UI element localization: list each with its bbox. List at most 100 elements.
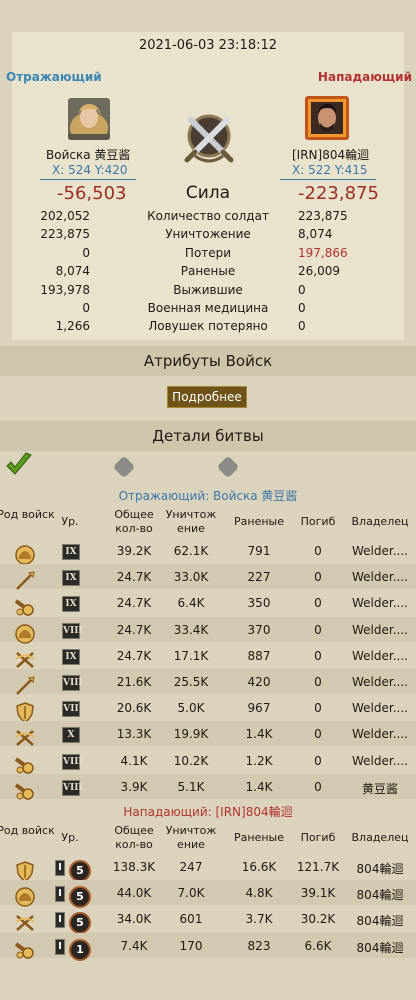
stat-label: Количество солдат <box>147 209 269 223</box>
star-rank-badge: 5 <box>69 860 91 882</box>
owner-name: Welder.... <box>352 727 408 742</box>
dead-count: 0 <box>314 648 322 663</box>
troop-tier-badge: VII <box>62 701 80 718</box>
attacker-stat-value: 0 <box>298 282 306 297</box>
table-row[interactable]: I 5 138.3K 247 16.6K 121.7K 804輪迴 <box>0 854 416 882</box>
attacker-stat-value: 8,074 <box>298 227 333 242</box>
attacker-coords[interactable]: X: 522 Y:415 <box>292 163 367 177</box>
owner-name: 804輪迴 <box>356 914 404 929</box>
dead-count: 0 <box>314 570 322 585</box>
shield-icon <box>13 860 37 882</box>
owner-name: 804輪迴 <box>356 888 404 903</box>
attacker-avatar[interactable] <box>305 96 349 140</box>
details-button[interactable]: Подробнее <box>167 386 247 408</box>
wounded-count: 791 <box>247 544 271 558</box>
dead-count: 30.2K <box>300 912 336 927</box>
troop-tier-badge: VIII <box>62 675 83 691</box>
column-header: Общее кол-во <box>114 824 154 851</box>
dead-count: 39.1K <box>300 886 336 901</box>
table-row[interactable]: VIII 3.9K 5.1K 1.4K 0 黄豆酱 <box>0 773 416 800</box>
kills-count: 10.2K <box>173 753 209 768</box>
defender-avatar[interactable] <box>68 98 110 140</box>
troop-attributes-header: Атрибуты Войск <box>0 346 416 376</box>
owner-name: 黄豆酱 <box>361 781 398 796</box>
attacker-name[interactable]: [IRN]804輪迴 <box>292 146 369 163</box>
column-header: Раненые <box>234 831 284 844</box>
crossed-swords-crest-icon <box>179 108 239 168</box>
attacker-stat-value: 223,875 <box>298 209 348 223</box>
wounded-count: 350 <box>247 596 271 611</box>
wounded-count: 967 <box>247 701 271 716</box>
defender-coords[interactable]: X: 524 Y:420 <box>52 163 127 177</box>
wounded-count: 887 <box>247 648 271 663</box>
defender-section-title: Отражающий: Войска 黄豆酱 <box>118 489 298 503</box>
column-header: Общее кол-во <box>114 508 154 535</box>
helmet-icon <box>13 886 37 908</box>
column-header: Владелец <box>351 515 409 528</box>
tab-battle-2[interactable] <box>112 455 136 479</box>
table-row[interactable]: VIII 21.6K 25.5K 420 0 Welder.... <box>0 669 416 695</box>
owner-name: Welder.... <box>352 753 408 768</box>
attacker-stat-value: 26,009 <box>298 264 340 279</box>
stat-label: Раненые <box>180 264 236 279</box>
owner-name: Welder.... <box>352 675 408 689</box>
table-row[interactable]: I 5 34.0K 601 3.7K 30.2K 804輪迴 <box>0 906 416 935</box>
tab-battle-1[interactable] <box>4 452 34 480</box>
table-row[interactable]: VII 20.6K 5.0K 967 0 Welder.... <box>0 695 416 724</box>
column-header: Погиб <box>300 515 336 528</box>
kills-count: 62.1K <box>173 544 209 558</box>
table-row[interactable]: I 1 7.4K 170 823 6.6K 804輪迴 <box>0 932 416 961</box>
column-header: Раненые <box>234 515 284 528</box>
defender-coords-underline <box>40 179 136 180</box>
stat-label: Ловушек потеряно <box>148 319 268 334</box>
wounded-count: 1.2K <box>245 753 273 768</box>
cannon-icon <box>13 939 37 961</box>
wounded-count: 1.4K <box>245 779 273 794</box>
wounded-count: 3.7K <box>245 912 273 927</box>
wounded-count: 420 <box>247 675 271 689</box>
table-row[interactable]: X 13.3K 19.9K 1.4K 0 Welder.... <box>0 721 416 749</box>
dead-count: 0 <box>314 701 322 716</box>
table-row[interactable]: IX 24.7K 17.1K 887 0 Welder.... <box>0 643 416 668</box>
dead-count: 0 <box>314 622 322 637</box>
stat-label: Потери <box>184 245 232 260</box>
kills-count: 5.0K <box>177 701 205 716</box>
troop-tier-badge: VIII <box>62 753 83 770</box>
defender-name[interactable]: Войска 黄豆酱 <box>46 146 130 163</box>
spear-icon <box>13 570 37 592</box>
crossbow-icon <box>13 727 37 749</box>
owner-name: Welder.... <box>352 596 408 611</box>
tab-battle-3[interactable] <box>216 455 240 479</box>
owner-name: Welder.... <box>352 701 408 716</box>
table-row[interactable]: IX 39.2K 62.1K 791 0 Welder.... <box>0 538 416 565</box>
dead-count: 0 <box>314 596 322 611</box>
troop-tier-badge: IX <box>62 648 80 665</box>
troop-tier-badge: X <box>62 727 80 744</box>
troop-tier-badge: IX <box>62 596 80 613</box>
table-row[interactable]: IX 24.7K 6.4K 350 0 Welder.... <box>0 590 416 618</box>
kills-count: 33.0K <box>173 570 209 585</box>
table-row[interactable]: I 5 44.0K 7.0K 4.8K 39.1K 804輪迴 <box>0 880 416 909</box>
column-header: Погиб <box>300 831 336 844</box>
dead-count: 0 <box>314 727 322 742</box>
kills-count: 17.1K <box>173 648 209 663</box>
dead-count: 0 <box>314 753 322 768</box>
cannon-icon <box>13 596 37 618</box>
helmet-icon <box>13 623 37 645</box>
battle-details-header: Детали битвы <box>0 421 416 451</box>
table-row[interactable]: IX 24.7K 33.0K 227 0 Welder.... <box>0 564 416 592</box>
troop-tier-badge: IX <box>62 544 80 560</box>
kills-count: 7.0K <box>177 886 205 901</box>
column-header: Уничтож ение <box>165 824 217 851</box>
troop-tier-badge: VIII <box>62 622 83 639</box>
attacker-stat-value: 0 <box>298 319 306 334</box>
crossbow-icon <box>13 912 37 934</box>
table-row[interactable]: VIII 24.7K 33.4K 370 0 Welder.... <box>0 616 416 645</box>
wounded-count: 4.8K <box>245 886 273 901</box>
kills-count: 247 <box>179 860 203 874</box>
wounded-count: 16.6K <box>241 860 277 874</box>
table-row[interactable]: VIII 4.1K 10.2K 1.2K 0 Welder.... <box>0 748 416 774</box>
troop-level-badge: I <box>55 886 65 903</box>
kills-count: 5.1K <box>177 779 205 794</box>
kills-count: 601 <box>179 912 203 927</box>
